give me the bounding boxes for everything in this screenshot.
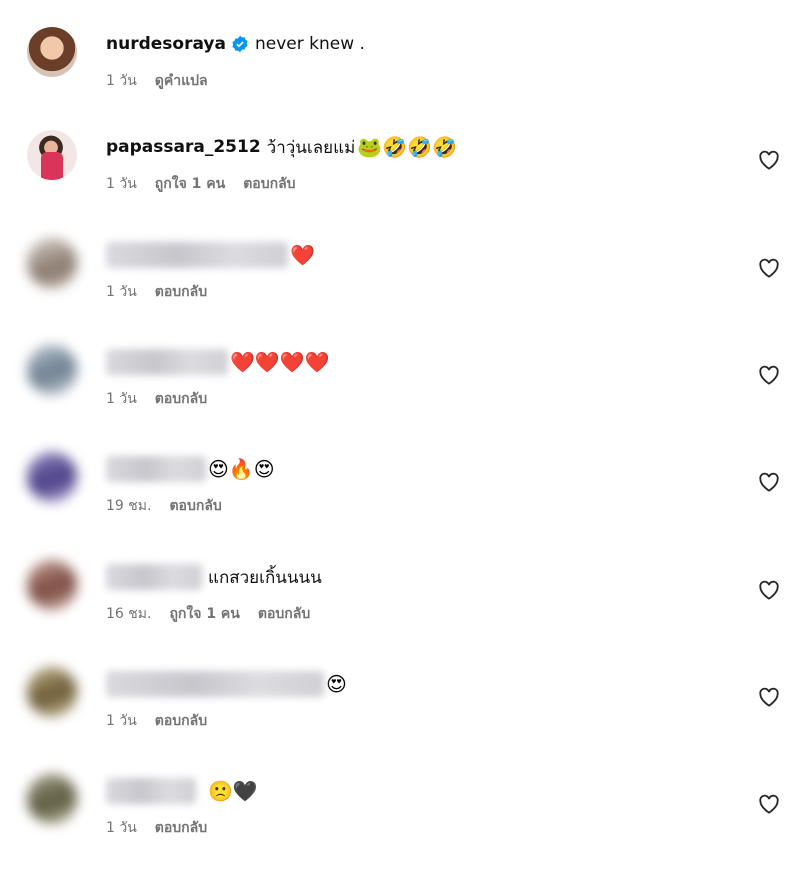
heart-outline-icon[interactable] <box>758 258 780 278</box>
comment-time: 1 วัน <box>106 391 137 407</box>
comment-username[interactable]: nurdesoraya <box>106 34 226 54</box>
comment-time: 19 ชม. <box>106 498 152 514</box>
reply-button[interactable]: ตอบกลับ <box>155 817 207 839</box>
avatar[interactable] <box>27 27 77 77</box>
comment-time: 1 วัน <box>106 820 137 836</box>
heart-outline-icon[interactable] <box>758 150 780 170</box>
reply-button[interactable]: ตอบกลับ <box>155 388 207 410</box>
heart-outline-icon[interactable] <box>758 687 780 707</box>
reply-button[interactable]: ตอบกลับ <box>243 173 295 195</box>
comment-header: 😍🔥😍 <box>106 454 275 484</box>
likes-count[interactable]: ถูกใจ 1 คน <box>155 173 225 195</box>
comment-header: แกสวยเกิ้นนนน <box>106 562 322 592</box>
comment-username-blurred[interactable] <box>106 349 228 375</box>
avatar[interactable] <box>27 238 77 288</box>
comment-emoji: 🐸🤣🤣🤣 <box>357 135 457 159</box>
avatar[interactable] <box>27 667 77 717</box>
comment-emoji: 😍 <box>326 672 347 696</box>
verified-badge-icon <box>231 35 249 53</box>
comment-meta: 19 ชม. ตอบกลับ <box>106 495 222 517</box>
heart-outline-icon[interactable] <box>758 580 780 600</box>
avatar[interactable] <box>27 345 77 395</box>
comment-header: ❤️❤️❤️❤️ <box>106 347 330 377</box>
reply-button[interactable]: ตอบกลับ <box>169 495 221 517</box>
comment-emoji: ❤️❤️❤️❤️ <box>230 350 330 374</box>
comment-header: nurdesoraya never knew . <box>106 29 365 59</box>
heart-outline-icon[interactable] <box>758 365 780 385</box>
comment-time: 1 วัน <box>106 176 137 192</box>
heart-outline-icon[interactable] <box>758 794 780 814</box>
comment-meta: 1 วัน ตอบกลับ <box>106 281 207 303</box>
comment-header: ❤️ <box>106 240 315 270</box>
comment-item: 🙁🖤 1 วัน ตอบกลับ <box>0 774 800 882</box>
comment-username-blurred[interactable] <box>106 242 288 268</box>
reply-button[interactable]: ตอบกลับ <box>155 281 207 303</box>
comment-meta: 1 วัน ถูกใจ 1 คน ตอบกลับ <box>106 173 296 195</box>
comment-item: 😍🔥😍 19 ชม. ตอบกลับ <box>0 452 800 560</box>
comment-username[interactable]: papassara_2512 <box>106 137 261 157</box>
avatar[interactable] <box>27 130 77 180</box>
comment-item: papassara_2512 ว้าวุ่นเลยแม่ 🐸🤣🤣🤣 1 วัน … <box>0 130 800 238</box>
comment-item: แกสวยเกิ้นนนน 16 ชม. ถูกใจ 1 คน ตอบกลับ <box>0 560 800 668</box>
comment-text: แกสวยเกิ้นนนน <box>208 567 322 588</box>
comment-time: 16 ชม. <box>106 606 152 622</box>
comment-emoji: ❤️ <box>290 243 315 267</box>
comment-item: 😍 1 วัน ตอบกลับ <box>0 667 800 775</box>
comment-text: ว้าวุ่นเลยแม่ <box>266 137 356 158</box>
comment-username-blurred[interactable] <box>106 456 206 482</box>
comment-time: 1 วัน <box>106 713 137 729</box>
comment-meta: 1 วัน ตอบกลับ <box>106 388 207 410</box>
see-translation-button[interactable]: ดูคำแปล <box>155 70 208 92</box>
reply-button[interactable]: ตอบกลับ <box>258 603 310 625</box>
comment-header: 🙁🖤 <box>106 776 258 806</box>
avatar[interactable] <box>27 560 77 610</box>
comment-username-blurred[interactable] <box>106 564 202 590</box>
comment-username-blurred[interactable] <box>106 778 196 804</box>
comment-meta: 1 วัน ดูคำแปล <box>106 70 208 92</box>
comment-meta: 1 วัน ตอบกลับ <box>106 710 207 732</box>
comment-time: 1 วัน <box>106 73 137 89</box>
comment-time: 1 วัน <box>106 284 137 300</box>
comment-meta: 16 ชม. ถูกใจ 1 คน ตอบกลับ <box>106 603 310 625</box>
reply-button[interactable]: ตอบกลับ <box>155 710 207 732</box>
comment-emoji: 😍🔥😍 <box>208 457 275 481</box>
comment-header: papassara_2512 ว้าวุ่นเลยแม่ 🐸🤣🤣🤣 <box>106 132 457 162</box>
comment-username-blurred[interactable] <box>106 671 324 697</box>
comment-item: nurdesoraya never knew . 1 วัน ดูคำแปล <box>0 27 800 135</box>
comment-item: ❤️❤️❤️❤️ 1 วัน ตอบกลับ <box>0 345 800 453</box>
avatar[interactable] <box>27 452 77 502</box>
heart-outline-icon[interactable] <box>758 472 780 492</box>
comment-header: 😍 <box>106 669 347 699</box>
avatar[interactable] <box>27 774 77 824</box>
comment-text: never knew . <box>254 34 365 54</box>
comment-item: ❤️ 1 วัน ตอบกลับ <box>0 238 800 346</box>
comment-meta: 1 วัน ตอบกลับ <box>106 817 207 839</box>
likes-count[interactable]: ถูกใจ 1 คน <box>169 603 239 625</box>
comment-emoji: 🙁🖤 <box>208 779 258 803</box>
